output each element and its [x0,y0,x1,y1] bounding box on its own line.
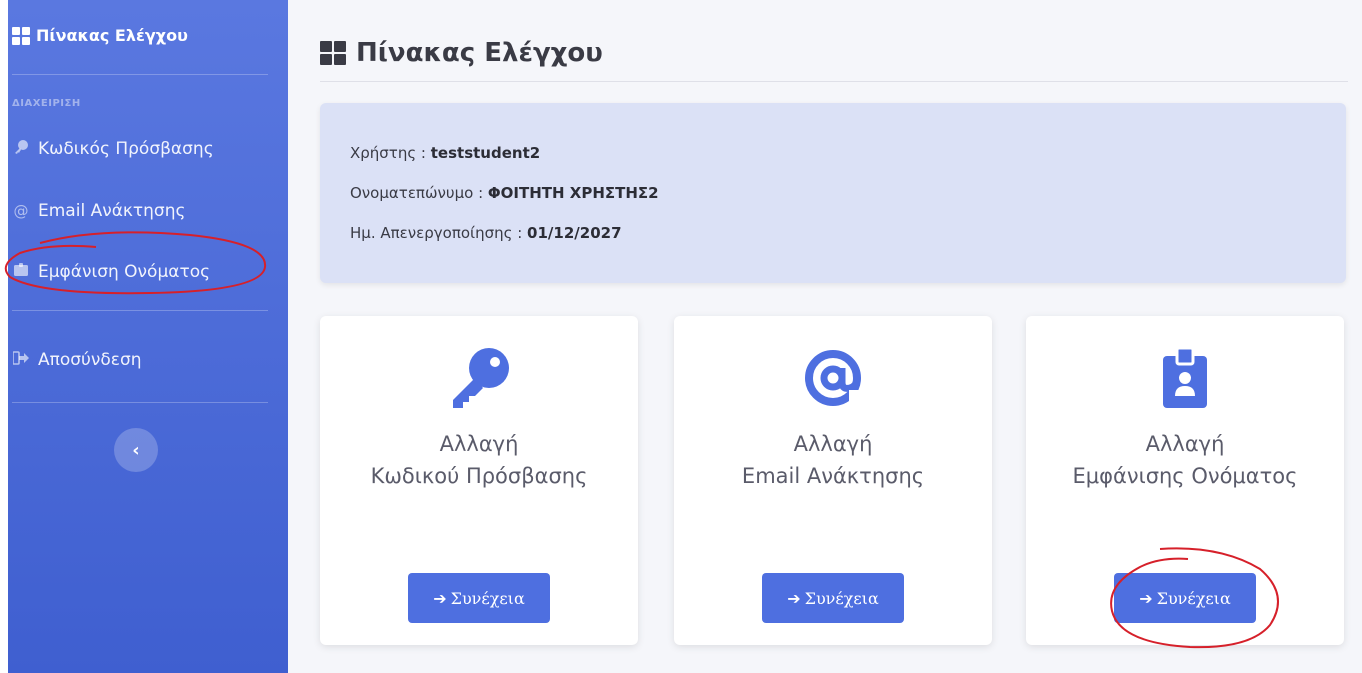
continue-button[interactable]: ➔ Συνέχεια [762,573,904,623]
sidebar-item-display-name[interactable]: Εμφάνιση Ονόματος [12,262,210,282]
card-change-email: Αλλαγή Email Ανάκτησης ➔ Συνέχεια [674,316,992,645]
id-badge-icon [1026,346,1344,410]
at-icon: @ [13,202,29,220]
sidebar-item-logout[interactable]: Αποσύνδεση [12,350,142,370]
sidebar-item-password[interactable]: Κωδικός Πρόσβασης [12,139,214,159]
card-title-line: Αλλαγή [439,432,519,456]
card-change-password: Αλλαγή Κωδικού Πρόσβασης ➔ Συνέχεια [320,316,638,645]
page-title: Πίνακας Ελέγχου [320,38,603,68]
sidebar-brand-label: Πίνακας Ελέγχου [36,26,188,45]
key-icon [12,139,30,159]
arrow-right-icon: ➔ [1139,588,1153,608]
sidebar-divider [12,402,268,403]
user-info-panel: Χρήστης : teststudent2 Ονοματεπώνυμο : Φ… [320,103,1346,283]
continue-button-label: Συνέχεια [450,588,525,608]
card-title-line: Αλλαγή [1145,432,1225,456]
card-title: Αλλαγή Εμφάνισης Ονόματος [1026,428,1344,492]
arrow-right-icon: ➔ [433,588,447,608]
main-content: Πίνακας Ελέγχου Χρήστης : teststudent2 Ο… [288,0,1362,673]
continue-button-label: Συνέχεια [1156,588,1231,608]
sidebar-item-label: Αποσύνδεση [38,350,142,370]
sidebar-item-recovery-email[interactable]: @ Email Ανάκτησης [12,201,186,221]
key-icon [320,346,638,410]
info-deactivation-row: Ημ. Απενεργοποίησης : 01/12/2027 [350,223,1316,263]
title-divider [320,81,1348,82]
dashboard-icon [320,41,346,65]
sidebar-brand[interactable]: Πίνακας Ελέγχου [12,26,188,45]
card-title: Αλλαγή Email Ανάκτησης [674,428,992,492]
page-title-label: Πίνακας Ελέγχου [356,38,603,68]
info-deactivation-value: 01/12/2027 [527,224,622,242]
info-user-value: teststudent2 [430,144,541,162]
info-deactivation-label: Ημ. Απενεργοποίησης : [350,224,523,242]
sidebar-section-label: ΔΙΑΧΕΙΡΙΣΗ [12,98,81,109]
sidebar-collapse-button[interactable]: ‹ [114,428,158,472]
arrow-right-icon: ➔ [787,588,801,608]
sidebar-divider [12,74,268,75]
sidebar: Πίνακας Ελέγχου ΔΙΑΧΕΙΡΙΣΗ Κωδικός Πρόσβ… [8,0,288,673]
info-user-row: Χρήστης : teststudent2 [350,143,1316,183]
chevron-left-icon: ‹ [132,439,140,461]
card-title-line: Κωδικού Πρόσβασης [370,464,588,488]
card-title-line: Εμφάνισης Ονόματος [1072,464,1298,488]
sidebar-item-label: Κωδικός Πρόσβασης [38,139,214,159]
info-name-value: ΦΟΙΤΗΤΗ ΧΡΗΣΤΗΣ2 [487,184,659,202]
card-title-line: Email Ανάκτησης [741,464,925,488]
sidebar-item-label: Εμφάνιση Ονόματος [38,262,211,282]
sidebar-item-label: Email Ανάκτησης [38,201,186,221]
info-user-label: Χρήστης : [350,144,426,162]
continue-button-label: Συνέχεια [804,588,879,608]
continue-button[interactable]: ➔ Συνέχεια [1114,573,1256,623]
continue-button[interactable]: ➔ Συνέχεια [408,573,550,623]
card-title-line: Αλλαγή [793,432,873,456]
card-title: Αλλαγή Κωδικού Πρόσβασης [320,428,638,492]
dashboard-icon [12,26,30,45]
info-name-label: Ονοματεπώνυμο : [350,184,484,202]
sidebar-divider [12,310,268,311]
sign-out-icon [12,351,30,369]
id-badge-icon [12,263,30,281]
card-change-display-name: Αλλαγή Εμφάνισης Ονόματος ➔ Συνέχεια [1026,316,1344,645]
info-name-row: Ονοματεπώνυμο : ΦΟΙΤΗΤΗ ΧΡΗΣΤΗΣ2 [350,183,1316,223]
at-icon [674,346,992,410]
